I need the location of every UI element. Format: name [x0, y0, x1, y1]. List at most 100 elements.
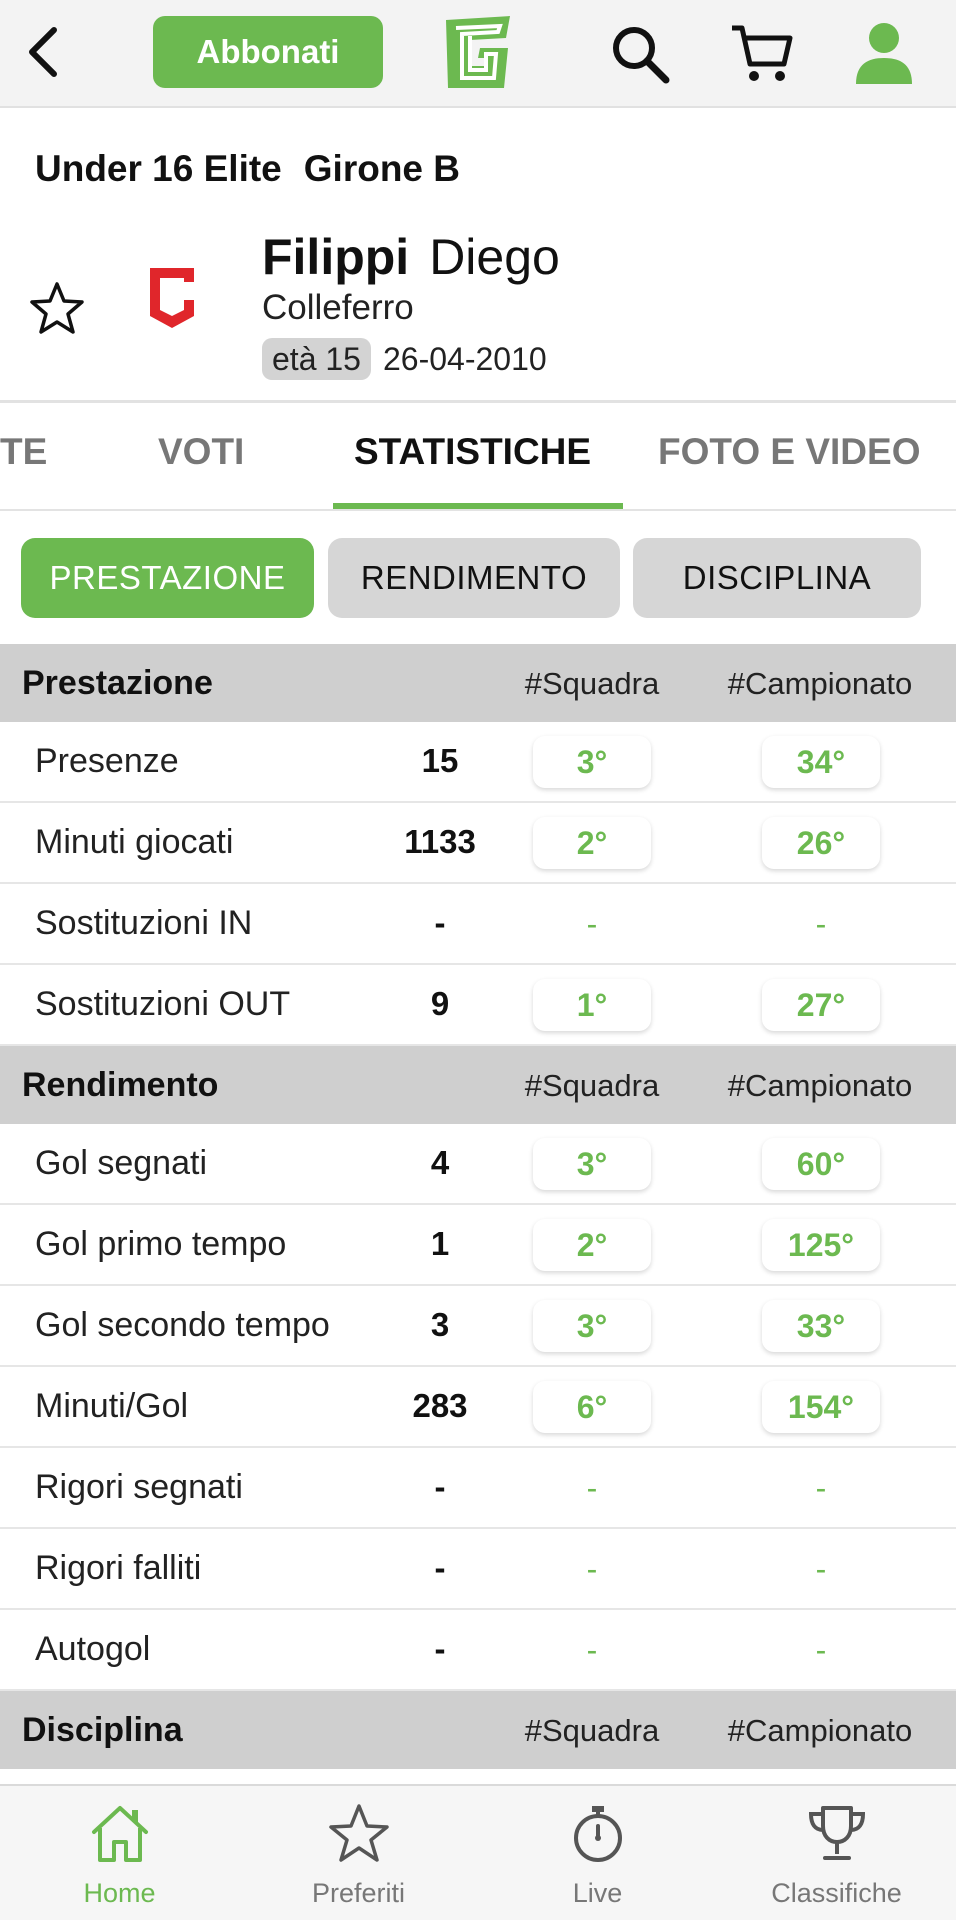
club-name[interactable]: Colleferro	[262, 288, 414, 328]
rank-squadra: -	[586, 905, 598, 942]
rank-squadra: 1°	[533, 979, 651, 1031]
rank-squadra: 2°	[533, 1219, 651, 1271]
stat-label: Presenze	[35, 742, 179, 780]
table-row[interactable]: Gol segnati 4 3° 60°	[0, 1124, 956, 1205]
rank-campionato: 26°	[762, 817, 880, 869]
rank-squadra: -	[586, 1631, 598, 1668]
stat-value: 283	[412, 1387, 468, 1424]
nav-label: Live	[572, 1878, 623, 1908]
cart-icon	[732, 25, 793, 81]
rank-squadra: 3°	[533, 1300, 651, 1352]
top-bar: Abbonati	[0, 0, 956, 108]
stat-value: 3	[430, 1306, 450, 1343]
rank-squadra: 2°	[533, 817, 651, 869]
table-row[interactable]: Minuti giocati 1133 2° 26°	[0, 803, 956, 884]
table-row[interactable]: Rigori segnati - - -	[0, 1448, 956, 1529]
stat-label: Sostituzioni OUT	[35, 985, 291, 1023]
stat-label: Rigori falliti	[35, 1549, 202, 1587]
rank-campionato: 34°	[762, 736, 880, 788]
nav-label: Home	[83, 1878, 156, 1908]
tab-te[interactable]: TE	[0, 431, 47, 473]
stat-label: Autogol	[35, 1630, 151, 1668]
home-icon	[92, 1806, 148, 1862]
stat-label: Gol segnati	[35, 1144, 207, 1182]
g-logo[interactable]	[440, 14, 516, 90]
stat-value: 1	[430, 1225, 450, 1262]
stat-value: -	[434, 1630, 446, 1667]
stat-value: 1133	[404, 823, 476, 860]
nav-home[interactable]: Home	[0, 1786, 239, 1920]
table-row[interactable]: Gol primo tempo 1 2° 125°	[0, 1205, 956, 1286]
stopwatch-icon	[574, 1806, 622, 1862]
rank-campionato: 125°	[762, 1219, 880, 1271]
birthdate: 26-04-2010	[382, 340, 547, 377]
tab-foto-e-video[interactable]: FOTO E VIDEO	[658, 431, 920, 473]
stat-value: -	[434, 1468, 446, 1505]
col-campionato: #Campionato	[727, 1068, 913, 1103]
active-tab-indicator	[333, 503, 623, 509]
search-button[interactable]	[608, 22, 672, 86]
nav-live[interactable]: Live	[478, 1786, 717, 1920]
cart-button[interactable]	[728, 20, 796, 86]
pill-disciplina[interactable]: DISCIPLINA	[633, 538, 921, 618]
table-row[interactable]: Minuti/Gol 283 6° 154°	[0, 1367, 956, 1448]
chevron-left-icon	[29, 27, 57, 77]
section-title: Disciplina	[22, 1711, 183, 1749]
table-row[interactable]: Sostituzioni OUT 9 1° 27°	[0, 965, 956, 1046]
search-icon	[613, 27, 670, 84]
stat-label: Minuti giocati	[35, 823, 234, 861]
stat-label: Gol secondo tempo	[35, 1306, 330, 1344]
section-header-prestazione: Prestazione #Squadra #Campionato	[0, 644, 956, 722]
col-squadra: #Squadra	[524, 1068, 660, 1103]
nav-classifiche[interactable]: Classifiche	[717, 1786, 956, 1920]
rank-campionato: 154°	[762, 1381, 880, 1433]
table-row[interactable]: Autogol - - -	[0, 1610, 956, 1691]
user-button[interactable]	[852, 20, 916, 86]
tab-statistiche[interactable]: STATISTICHE	[354, 431, 591, 473]
section-header-disciplina: Disciplina #Squadra #Campionato	[0, 1691, 956, 1769]
league-name: Under 16 Elite	[35, 148, 282, 189]
player-firstname: Diego	[429, 229, 560, 285]
pill-rendimento[interactable]: RENDIMENTO	[328, 538, 620, 618]
table-row[interactable]: Rigori falliti - - -	[0, 1529, 956, 1610]
col-squadra: #Squadra	[524, 666, 660, 701]
stat-label: Sostituzioni IN	[35, 904, 253, 942]
tab-bar: TE VOTI STATISTICHE FOTO E VIDEO	[0, 403, 956, 511]
nav-label: Classifiche	[771, 1878, 902, 1908]
stat-value: 9	[430, 985, 450, 1022]
back-button[interactable]	[14, 22, 74, 82]
league-title: Under 16 Elite Girone B	[35, 148, 460, 190]
col-campionato: #Campionato	[727, 666, 913, 701]
nav-preferiti[interactable]: Preferiti	[239, 1786, 478, 1920]
rank-squadra: 3°	[533, 1138, 651, 1190]
player-name: Filippi Diego	[262, 228, 560, 286]
rank-campionato: -	[815, 1469, 827, 1506]
favorite-button[interactable]	[28, 280, 86, 338]
rank-squadra: -	[586, 1550, 598, 1587]
rank-campionato: -	[815, 1631, 827, 1668]
rank-campionato: -	[815, 1550, 827, 1587]
star-icon	[329, 1804, 389, 1862]
bottom-nav: Home Preferiti Live Classifiche	[0, 1784, 956, 1920]
stat-value: -	[434, 1549, 446, 1586]
star-outline-icon	[30, 282, 84, 334]
rank-campionato: -	[815, 905, 827, 942]
col-squadra: #Squadra	[524, 1713, 660, 1748]
table-row[interactable]: Sostituzioni IN - - -	[0, 884, 956, 965]
table-row[interactable]: Gol secondo tempo 3 3° 33°	[0, 1286, 956, 1367]
tab-voti[interactable]: VOTI	[158, 431, 244, 473]
pill-prestazione[interactable]: PRESTAZIONE	[21, 538, 314, 618]
col-campionato: #Campionato	[727, 1713, 913, 1748]
stat-value: 15	[421, 742, 459, 779]
section-header-rendimento: Rendimento #Squadra #Campionato	[0, 1046, 956, 1124]
age-badge: età 15	[262, 338, 371, 380]
section-title: Rendimento	[22, 1066, 219, 1104]
subscribe-button[interactable]: Abbonati	[153, 16, 383, 88]
rank-squadra: 6°	[533, 1381, 651, 1433]
table-row[interactable]: Presenze 15 3° 34°	[0, 722, 956, 803]
rank-squadra: -	[586, 1469, 598, 1506]
age-line: età 15 26-04-2010	[262, 338, 547, 380]
section-title: Prestazione	[22, 664, 213, 702]
stat-label: Minuti/Gol	[35, 1387, 189, 1425]
rank-squadra: 3°	[533, 736, 651, 788]
